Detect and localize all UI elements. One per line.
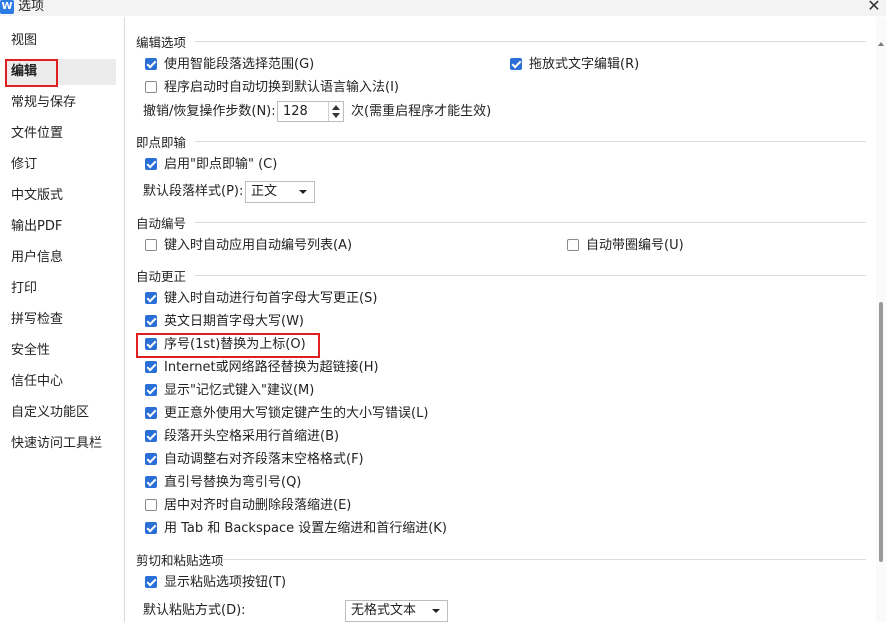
option-label: 拖放式文字编辑(R) [529,57,640,72]
chevron-down-icon [299,190,307,194]
checkbox-checked[interactable] [145,430,157,442]
checkbox-checked[interactable] [145,522,157,534]
content-scrollbar[interactable] [876,17,886,622]
checkbox-unchecked[interactable] [567,239,579,251]
options-sidebar: 视图 编辑 常规与保存 文件位置 修订 中文版式 输出PDF 用户信息 打印 拼… [0,17,125,622]
sidebar-item-export-pdf[interactable]: 输出PDF [11,214,62,240]
scrollbar-thumb[interactable] [879,302,883,562]
option-label: 显示粘贴选项按钮(T) [164,575,287,590]
sidebar-item-file-location[interactable]: 文件位置 [11,121,63,147]
checkbox-unchecked[interactable] [145,499,157,511]
wps-app-icon: W [0,0,14,14]
checkbox-checked[interactable] [145,58,157,70]
sidebar-item-revision[interactable]: 修订 [11,152,37,178]
default-paste-mode-label: 默认粘贴方式(D): [143,603,246,618]
option-label: 英文日期首字母大写(W) [164,314,304,329]
option-label: 居中对齐时自动删除段落缩进(E) [164,498,352,513]
sidebar-item-customize-ribbon[interactable]: 自定义功能区 [11,400,89,426]
undo-steps-note: 次(需重启程序才能生效) [351,104,492,119]
close-icon[interactable]: ✕ [866,0,882,15]
checkbox-checked[interactable] [145,453,157,465]
section-divider [223,559,866,560]
section-divider [195,41,866,42]
default-paste-mode-select[interactable]: 无格式文本 [345,600,448,622]
select-value: 正文 [251,184,278,199]
title-bar: W 选项 ✕ [0,0,886,16]
section-divider [195,141,866,142]
sidebar-item-trust-center[interactable]: 信任中心 [11,369,63,395]
stepper-up-icon[interactable] [332,105,340,110]
sidebar-item-spell-check[interactable]: 拼写检查 [11,307,63,333]
option-label: 用 Tab 和 Backspace 设置左缩进和首行缩进(K) [164,521,447,536]
section-title-auto-correct: 自动更正 [136,269,187,284]
option-label: 键入时自动进行句首字母大写更正(S) [164,291,378,306]
option-label: 显示"记忆式键入"建议(M) [164,383,315,398]
select-value: 无格式文本 [351,603,417,618]
option-label: 使用智能段落选择范围(G) [164,57,315,72]
section-title-cut-paste: 剪切和粘贴选项 [136,553,224,568]
checkbox-unchecked[interactable] [145,81,157,93]
option-label: 更正意外使用大写锁定键产生的大小写错误(L) [164,406,429,421]
chevron-down-icon [432,609,440,613]
stepper-down-icon[interactable] [332,113,340,118]
checkbox-checked[interactable] [145,315,157,327]
default-paragraph-style-label: 默认段落样式(P): [143,184,244,199]
option-label: 自动带圈编号(U) [586,238,684,253]
undo-steps-label: 撤销/恢复操作步数(N): [143,104,276,119]
sidebar-item-print[interactable]: 打印 [11,276,37,302]
checkbox-checked[interactable] [145,576,157,588]
checkbox-checked[interactable] [145,292,157,304]
section-divider [195,275,866,276]
section-divider [195,222,866,223]
checkbox-checked[interactable] [145,158,157,170]
option-label: 键入时自动应用自动编号列表(A) [164,238,353,253]
window-title: 选项 [18,0,45,14]
section-title-edit-options: 编辑选项 [136,35,187,50]
option-label: Internet或网络路径替换为超链接(H) [164,360,379,375]
sidebar-item-general-save[interactable]: 常规与保存 [11,90,76,116]
option-label: 启用"即点即输" (C) [164,157,278,172]
highlight-box-ordinal [136,333,320,358]
sidebar-item-quick-access-toolbar[interactable]: 快速访问工具栏 [11,431,102,457]
option-label: 自动调整右对齐段落末空格格式(F) [164,452,364,467]
section-title-click-type: 即点即输 [136,135,187,150]
sidebar-item-view[interactable]: 视图 [11,28,37,54]
option-label: 程序启动时自动切换到默认语言输入法(I) [164,80,399,95]
checkbox-checked[interactable] [145,384,157,396]
stepper-buttons [328,102,343,121]
checkbox-unchecked[interactable] [145,239,157,251]
sidebar-item-user-info[interactable]: 用户信息 [11,245,63,271]
highlight-box-edit [5,59,58,87]
option-label: 直引号替换为弯引号(Q) [164,475,302,490]
section-title-auto-number: 自动编号 [136,216,187,231]
scroll-up-icon[interactable] [878,42,884,46]
default-paragraph-style-select[interactable]: 正文 [245,181,315,203]
options-content: 编辑选项 使用智能段落选择范围(G) 拖放式文字编辑(R) 程序启动时自动切换到… [125,17,886,622]
checkbox-checked[interactable] [145,361,157,373]
sidebar-item-chinese-layout[interactable]: 中文版式 [11,183,63,209]
checkbox-checked[interactable] [145,476,157,488]
undo-steps-stepper[interactable]: 128 [277,101,344,122]
checkbox-checked[interactable] [510,58,522,70]
sidebar-item-security[interactable]: 安全性 [11,338,50,364]
checkbox-checked[interactable] [145,407,157,419]
undo-steps-value[interactable]: 128 [283,102,308,121]
option-label: 段落开头空格采用行首缩进(B) [164,429,340,444]
